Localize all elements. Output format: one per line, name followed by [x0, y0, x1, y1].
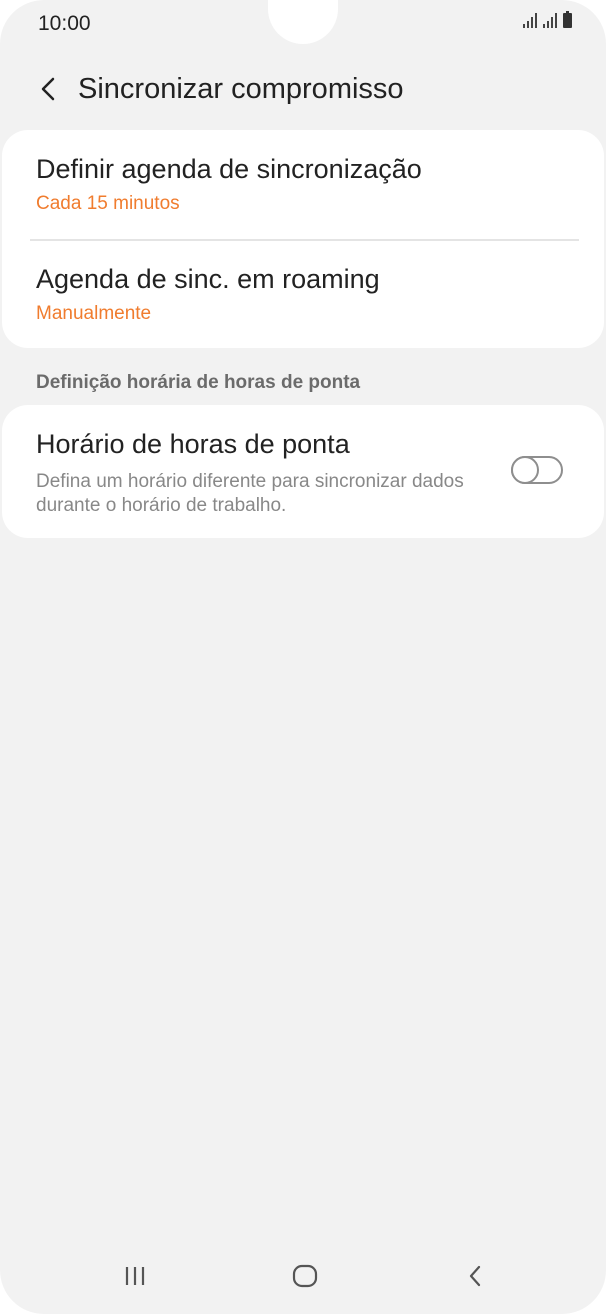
peak-schedule-title: Horário de horas de ponta — [36, 429, 350, 459]
peak-schedule-item[interactable]: Horário de horas de ponta Defina um horá… — [36, 429, 486, 518]
toggle-knob — [511, 456, 539, 484]
signal-icon — [543, 12, 557, 28]
phone-screen: 10:00 Sincronizar compromisso Definir ag… — [0, 0, 606, 1314]
roaming-schedule-title: Agenda de sinc. em roaming — [36, 264, 380, 294]
roaming-schedule-item[interactable]: Agenda de sinc. em roaming Manualmente — [36, 264, 380, 325]
peak-schedule-description: Defina um horário diferente para sincron… — [36, 471, 464, 516]
peak-schedule-toggle[interactable] — [511, 456, 563, 484]
back-icon — [469, 1265, 481, 1287]
app-header: Sincronizar compromisso — [0, 64, 606, 114]
camera-notch — [268, 0, 338, 44]
status-icons — [523, 11, 572, 28]
divider — [30, 239, 579, 241]
recents-icon — [125, 1267, 145, 1285]
home-button[interactable] — [280, 1256, 330, 1296]
recents-button[interactable] — [110, 1256, 160, 1296]
back-button[interactable] — [28, 69, 68, 109]
battery-icon — [563, 11, 572, 28]
peak-section-header: Definição horária de horas de ponta — [36, 372, 361, 393]
nav-back-button[interactable] — [450, 1256, 500, 1296]
sync-schedule-item[interactable]: Definir agenda de sincronização Cada 15 … — [36, 154, 422, 215]
status-bar: 10:00 — [0, 0, 606, 48]
home-icon — [292, 1264, 318, 1288]
sync-schedule-value: Cada 15 minutos — [36, 193, 180, 214]
roaming-schedule-value: Manualmente — [36, 303, 152, 324]
navigation-bar — [0, 1238, 606, 1314]
sync-schedule-card: Definir agenda de sincronização Cada 15 … — [2, 130, 604, 348]
signal-icon — [523, 12, 537, 28]
page-title: Sincronizar compromisso — [78, 72, 404, 105]
status-time: 10:00 — [38, 12, 91, 35]
sync-schedule-title: Definir agenda de sincronização — [36, 154, 422, 184]
chevron-left-icon — [41, 77, 55, 101]
